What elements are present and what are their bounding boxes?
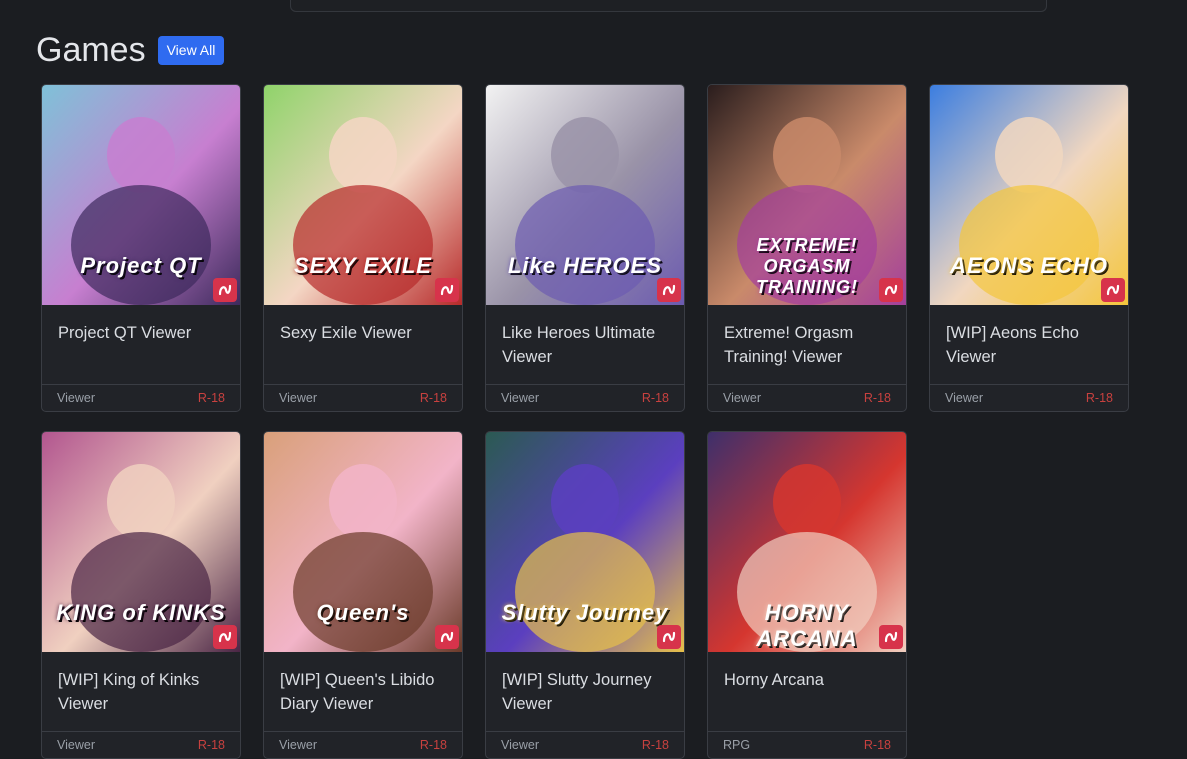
card-footer: Viewer R-18 (264, 385, 462, 411)
age-rating-label: R-18 (863, 391, 891, 405)
cover-art-logo-text: HORNY ARCANA (756, 600, 858, 651)
card-body: Sexy Exile Viewer (264, 305, 462, 385)
cover-art-logo-text: AEONS ECHO (950, 253, 1108, 278)
game-card[interactable]: AEONS ECHO [WIP] Aeons Echo Viewer Viewe… (929, 84, 1129, 412)
card-body: [WIP] Queen's Libido Diary Viewer (264, 652, 462, 732)
card-footer: Viewer R-18 (708, 385, 906, 411)
cover-art-logo-text: SEXY EXILE (294, 253, 432, 278)
nutaku-logo-icon (879, 278, 903, 302)
cover-art-logo-text: Slutty Journey (501, 600, 669, 625)
game-type-label: Viewer (57, 391, 95, 405)
card-body: Project QT Viewer (42, 305, 240, 385)
cover-art-logo-text: KING of KINKS (56, 600, 226, 625)
card-body: [WIP] King of Kinks Viewer (42, 652, 240, 732)
game-type-label: Viewer (945, 391, 983, 405)
game-type-label: Viewer (279, 738, 317, 752)
card-body: Horny Arcana (708, 652, 906, 732)
cover-art-logo-text: Queen's (316, 600, 410, 625)
cover-art-logo-text: EXTREME! ORGASM TRAINING! (756, 235, 858, 297)
age-rating-label: R-18 (641, 738, 669, 752)
game-thumbnail[interactable]: Slutty Journey (486, 432, 684, 652)
game-title[interactable]: Like Heroes Ultimate Viewer (502, 321, 668, 369)
nutaku-logo-icon (657, 278, 681, 302)
card-body: [WIP] Aeons Echo Viewer (930, 305, 1128, 385)
game-type-label: Viewer (501, 738, 539, 752)
card-footer: Viewer R-18 (42, 732, 240, 758)
age-rating-label: R-18 (197, 391, 225, 405)
card-body: [WIP] Slutty Journey Viewer (486, 652, 684, 732)
card-body: Extreme! Orgasm Training! Viewer (708, 305, 906, 385)
game-card[interactable]: Like HEROES Like Heroes Ultimate Viewer … (485, 84, 685, 412)
game-card[interactable]: Slutty Journey [WIP] Slutty Journey View… (485, 431, 685, 759)
nutaku-logo-icon (435, 278, 459, 302)
game-card[interactable]: Project QT Project QT Viewer Viewer R-18 (41, 84, 241, 412)
game-type-label: RPG (723, 738, 751, 752)
game-card[interactable]: EXTREME! ORGASM TRAINING! Extreme! Orgas… (707, 84, 907, 412)
game-type-label: Viewer (57, 738, 95, 752)
card-footer: Viewer R-18 (42, 385, 240, 411)
nutaku-logo-icon (879, 625, 903, 649)
nutaku-logo-icon (213, 278, 237, 302)
games-grid: Project QT Project QT Viewer Viewer R-18 (41, 84, 1129, 759)
game-thumbnail[interactable]: EXTREME! ORGASM TRAINING! (708, 85, 906, 305)
game-thumbnail[interactable]: KING of KINKS (42, 432, 240, 652)
age-rating-label: R-18 (1085, 391, 1113, 405)
game-title[interactable]: Sexy Exile Viewer (280, 321, 446, 345)
game-card[interactable]: Queen's [WIP] Queen's Libido Diary Viewe… (263, 431, 463, 759)
nutaku-logo-icon (657, 625, 681, 649)
age-rating-label: R-18 (419, 391, 447, 405)
view-all-button[interactable]: View All (157, 35, 225, 65)
age-rating-label: R-18 (419, 738, 447, 752)
game-title[interactable]: [WIP] King of Kinks Viewer (58, 668, 224, 716)
nutaku-logo-icon (213, 625, 237, 649)
search-bar-bottom-edge (290, 0, 1047, 12)
games-section-header: Games View All (36, 30, 225, 70)
card-body: Like Heroes Ultimate Viewer (486, 305, 684, 385)
nutaku-logo-icon (1101, 278, 1125, 302)
card-footer: Viewer R-18 (264, 732, 462, 758)
game-card[interactable]: HORNY ARCANA Horny Arcana RPG R-18 (707, 431, 907, 759)
game-type-label: Viewer (723, 391, 761, 405)
game-title[interactable]: Project QT Viewer (58, 321, 224, 345)
game-thumbnail[interactable]: AEONS ECHO (930, 85, 1128, 305)
card-footer: Viewer R-18 (486, 385, 684, 411)
nutaku-logo-icon (435, 625, 459, 649)
game-title[interactable]: Extreme! Orgasm Training! Viewer (724, 321, 890, 369)
game-thumbnail[interactable]: Queen's (264, 432, 462, 652)
game-thumbnail[interactable]: HORNY ARCANA (708, 432, 906, 652)
cover-art-logo-text: Project QT (80, 253, 202, 278)
game-title[interactable]: Horny Arcana (724, 668, 890, 692)
game-title[interactable]: [WIP] Slutty Journey Viewer (502, 668, 668, 716)
game-thumbnail[interactable]: Project QT (42, 85, 240, 305)
game-type-label: Viewer (501, 391, 539, 405)
game-title[interactable]: [WIP] Queen's Libido Diary Viewer (280, 668, 446, 716)
age-rating-label: R-18 (863, 738, 891, 752)
game-thumbnail[interactable]: Like HEROES (486, 85, 684, 305)
age-rating-label: R-18 (641, 391, 669, 405)
game-thumbnail[interactable]: SEXY EXILE (264, 85, 462, 305)
section-title: Games (36, 31, 146, 69)
cover-art-logo-text: Like HEROES (507, 253, 663, 278)
game-card[interactable]: KING of KINKS [WIP] King of Kinks Viewer… (41, 431, 241, 759)
card-footer: RPG R-18 (708, 732, 906, 758)
age-rating-label: R-18 (197, 738, 225, 752)
game-type-label: Viewer (279, 391, 317, 405)
card-footer: Viewer R-18 (930, 385, 1128, 411)
game-card[interactable]: SEXY EXILE Sexy Exile Viewer Viewer R-18 (263, 84, 463, 412)
game-title[interactable]: [WIP] Aeons Echo Viewer (946, 321, 1112, 369)
card-footer: Viewer R-18 (486, 732, 684, 758)
